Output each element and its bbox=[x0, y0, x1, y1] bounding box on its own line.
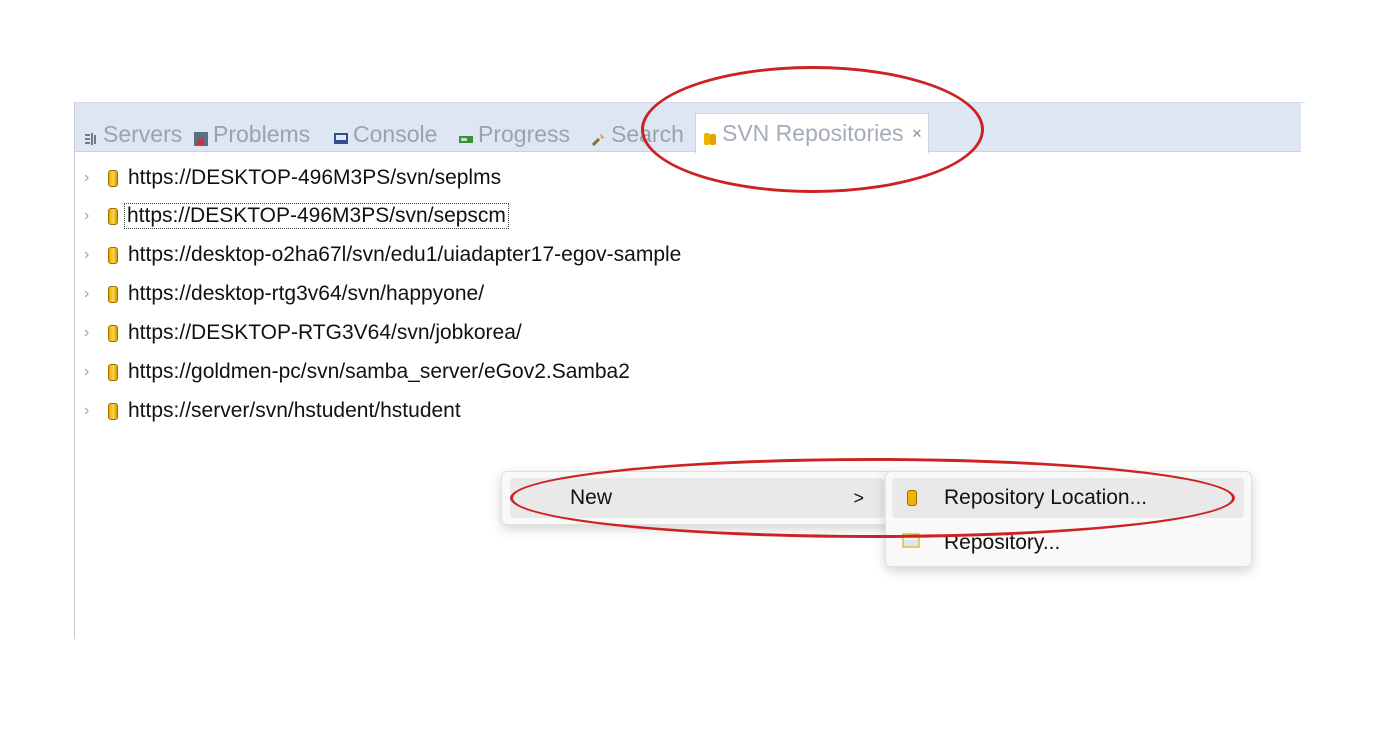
menu-item-repository[interactable]: Repository... bbox=[892, 524, 1244, 562]
repository-icon bbox=[108, 169, 118, 187]
chevron-right-icon[interactable]: › bbox=[84, 285, 104, 303]
chevron-right-icon[interactable]: › bbox=[84, 363, 104, 381]
repository-url: https://server/svn/hstudent/hstudent bbox=[128, 399, 461, 422]
chevron-right-icon[interactable]: › bbox=[84, 246, 104, 264]
tree-item[interactable]: › https://DESKTOP-496M3PS/svn/seplms bbox=[84, 160, 501, 196]
tab-label: Problems bbox=[213, 120, 311, 147]
search-icon bbox=[591, 126, 607, 147]
tab-label: Progress bbox=[478, 120, 571, 147]
repository-url: https://desktop-rtg3v64/svn/happyone/ bbox=[128, 282, 485, 305]
menu-item-label: Repository Location... bbox=[944, 486, 1148, 509]
repository-url: https://DESKTOP-496M3PS/svn/sepscm bbox=[124, 203, 509, 229]
tab-label: Console bbox=[353, 120, 438, 147]
menu-item-new[interactable]: New > bbox=[510, 478, 884, 518]
tree-item[interactable]: › https://server/svn/hstudent/hstudent bbox=[84, 393, 461, 429]
repository-location-icon bbox=[907, 490, 917, 506]
context-menu: New > bbox=[501, 471, 893, 525]
view-tab-bar: Servers Problems Console Progress Search… bbox=[75, 103, 1301, 153]
tab-label: Search bbox=[611, 120, 684, 147]
progress-icon bbox=[458, 126, 474, 143]
chevron-right-icon[interactable]: › bbox=[84, 207, 104, 225]
tree-item[interactable]: › https://DESKTOP-RTG3V64/svn/jobkorea/ bbox=[84, 315, 522, 351]
svn-repositories-icon bbox=[702, 126, 718, 145]
repository-url: https://DESKTOP-RTG3V64/svn/jobkorea/ bbox=[128, 321, 522, 344]
repository-icon bbox=[108, 246, 118, 264]
chevron-right-icon[interactable]: › bbox=[84, 402, 104, 420]
repository-url: https://DESKTOP-496M3PS/svn/seplms bbox=[128, 166, 502, 189]
repository-icon bbox=[108, 363, 118, 381]
tree-item[interactable]: › https://DESKTOP-496M3PS/svn/sepscm bbox=[84, 198, 509, 234]
svn-repository-icon bbox=[902, 531, 920, 555]
repository-icon bbox=[108, 324, 118, 342]
submenu-new: Repository Location... Repository... bbox=[885, 471, 1252, 567]
repository-icon bbox=[108, 402, 118, 420]
close-icon[interactable]: ✕ bbox=[912, 126, 923, 142]
tree-item[interactable]: › https://desktop-rtg3v64/svn/happyone/ bbox=[84, 276, 484, 312]
tab-servers[interactable]: Servers bbox=[83, 117, 182, 151]
tab-progress[interactable]: Progress bbox=[458, 117, 570, 151]
repository-url: https://goldmen-pc/svn/samba_server/eGov… bbox=[128, 360, 630, 383]
repository-icon bbox=[108, 207, 118, 225]
chevron-right-icon[interactable]: › bbox=[84, 169, 104, 187]
console-icon bbox=[333, 126, 349, 144]
servers-icon bbox=[83, 126, 99, 145]
problems-icon bbox=[193, 126, 209, 146]
chevron-right-icon[interactable]: › bbox=[84, 324, 104, 342]
tab-label: Servers bbox=[103, 120, 183, 147]
tab-label: SVN Repositories bbox=[722, 120, 904, 146]
tab-search[interactable]: Search bbox=[591, 117, 684, 151]
menu-item-label: Repository... bbox=[944, 531, 1061, 554]
tree-item[interactable]: › https://desktop-o2ha67l/svn/edu1/uiada… bbox=[84, 237, 681, 273]
chevron-right-icon: > bbox=[853, 487, 864, 508]
tab-svn-repositories[interactable]: SVN Repositories ✕ bbox=[695, 113, 930, 153]
repository-url: https://desktop-o2ha67l/svn/edu1/uiadapt… bbox=[128, 243, 682, 266]
tab-console[interactable]: Console bbox=[333, 117, 437, 151]
menu-item-label: New bbox=[570, 486, 613, 509]
tree-item[interactable]: › https://goldmen-pc/svn/samba_server/eG… bbox=[84, 354, 630, 390]
tab-problems[interactable]: Problems bbox=[193, 117, 310, 151]
repository-icon bbox=[108, 285, 118, 303]
menu-item-repository-location[interactable]: Repository Location... bbox=[892, 478, 1244, 518]
